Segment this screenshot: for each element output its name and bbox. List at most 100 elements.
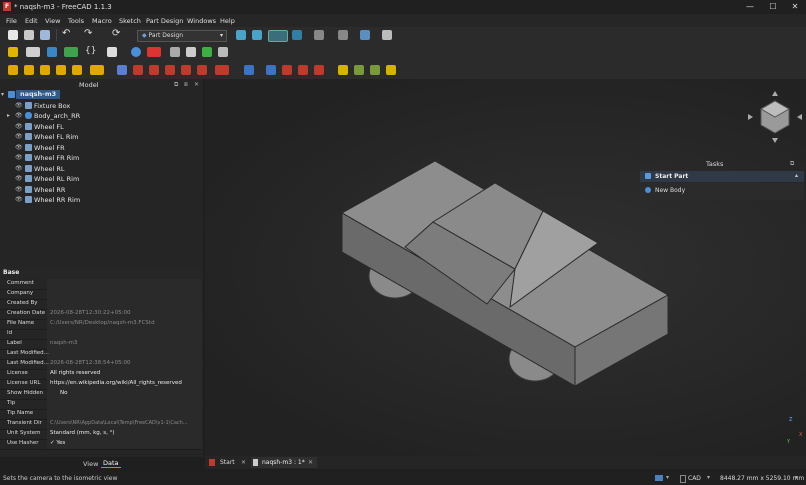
redo-icon[interactable]: ↷ bbox=[84, 28, 92, 39]
close-icon[interactable]: ✕ bbox=[308, 459, 313, 466]
validate-sketch-icon[interactable] bbox=[170, 47, 180, 57]
panel-restore-icon[interactable]: ⧈ bbox=[184, 81, 188, 89]
expression-icon[interactable]: {} bbox=[85, 46, 96, 56]
undo-icon[interactable]: ↶ bbox=[62, 28, 70, 39]
tab-view[interactable]: View bbox=[83, 460, 98, 468]
property-value[interactable]: C:/Users/NR/Desktop/naqsh-m3.FCStd bbox=[50, 320, 155, 326]
menu-edit[interactable]: Edit bbox=[25, 17, 38, 25]
menu-windows[interactable]: Windows bbox=[187, 17, 216, 25]
property-value[interactable]: 2026-08-28T12:30:22+05:00 bbox=[50, 310, 130, 316]
navigation-style[interactable]: CAD bbox=[688, 475, 701, 482]
draft-icon[interactable] bbox=[314, 65, 324, 75]
tasks-float-icon[interactable]: ⧉ bbox=[790, 160, 794, 168]
eye-icon[interactable]: 👁 bbox=[15, 175, 23, 182]
subtractive-loft-icon[interactable] bbox=[165, 65, 175, 75]
property-value[interactable]: ✓ Yes bbox=[50, 440, 65, 446]
menu-help[interactable]: Help bbox=[220, 17, 235, 25]
body-icon[interactable] bbox=[131, 47, 141, 57]
property-value[interactable]: All rights reserved bbox=[50, 370, 100, 376]
fit-all-icon[interactable] bbox=[236, 30, 246, 40]
fillet-icon[interactable] bbox=[282, 65, 292, 75]
eye-icon[interactable]: 👁 bbox=[15, 186, 23, 193]
save-document-icon[interactable] bbox=[40, 30, 50, 40]
chevron-up-icon[interactable]: ▴ bbox=[795, 172, 798, 179]
property-value[interactable]: No bbox=[60, 390, 67, 396]
new-document-icon[interactable] bbox=[8, 30, 18, 40]
chevron-down-icon[interactable]: ▾ bbox=[707, 474, 710, 481]
pad-icon[interactable] bbox=[8, 65, 18, 75]
tasks-section-start-part[interactable]: Start Part ▴ bbox=[640, 171, 804, 182]
multi-transform-icon[interactable] bbox=[370, 65, 380, 75]
helix-icon[interactable] bbox=[72, 65, 82, 75]
tab-data[interactable]: Data bbox=[101, 459, 121, 468]
property-row[interactable]: Use Hasher ✓ Yes bbox=[0, 439, 203, 450]
shape-binder-icon[interactable] bbox=[218, 47, 228, 57]
property-value[interactable]: https://en.wikipedia.org/wiki/All_rights… bbox=[50, 380, 182, 386]
fit-selection-icon[interactable] bbox=[252, 30, 262, 40]
measure-icon[interactable] bbox=[360, 30, 370, 40]
datum-point-icon[interactable] bbox=[186, 47, 196, 57]
linear-pattern-icon[interactable] bbox=[338, 65, 348, 75]
close-icon[interactable]: ✕ bbox=[241, 459, 246, 466]
car-model-render[interactable] bbox=[205, 79, 806, 456]
chevron-down-icon[interactable]: ▾ bbox=[795, 474, 798, 481]
tab-start[interactable]: Start ✕ bbox=[207, 457, 249, 468]
3d-viewport[interactable]: Z X Y bbox=[205, 79, 806, 456]
navigation-cube[interactable] bbox=[745, 87, 805, 147]
eye-icon[interactable]: 👁 bbox=[15, 123, 23, 130]
menu-macro[interactable]: Macro bbox=[92, 17, 112, 25]
additive-primitive-icon[interactable] bbox=[90, 65, 104, 75]
menu-file[interactable]: File bbox=[6, 17, 17, 25]
menu-part-design[interactable]: Part Design bbox=[146, 17, 183, 25]
property-value[interactable]: C:\Users\NR\AppData\Local\Temp\FreeCAD\v… bbox=[50, 420, 188, 426]
chevron-down-icon[interactable]: ▾ bbox=[666, 474, 669, 481]
open-document-icon[interactable] bbox=[24, 30, 34, 40]
subtractive-helix-icon[interactable] bbox=[197, 65, 207, 75]
eye-icon[interactable]: 👁 bbox=[15, 133, 23, 140]
std-views-icon[interactable] bbox=[314, 30, 324, 40]
menu-tools[interactable]: Tools bbox=[68, 17, 84, 25]
link-icon[interactable] bbox=[47, 47, 57, 57]
create-variable-set-icon[interactable] bbox=[64, 47, 78, 57]
panel-float-icon[interactable]: ⧉ bbox=[174, 81, 178, 89]
eye-icon[interactable]: 👁 bbox=[15, 112, 23, 119]
notifications-icon[interactable] bbox=[655, 475, 663, 481]
property-group-header[interactable]: Base bbox=[0, 267, 203, 278]
new-body-link[interactable]: New Body bbox=[655, 187, 685, 194]
eye-icon[interactable]: 👁 bbox=[15, 102, 23, 109]
tab-naqsh-m3[interactable]: naqsh-m3 : 1* ✕ bbox=[251, 457, 317, 468]
datum-line-icon[interactable] bbox=[202, 47, 212, 57]
tree-root-label[interactable]: naqsh-m3 bbox=[16, 90, 61, 99]
eye-icon[interactable]: 👁 bbox=[15, 144, 23, 151]
menu-view[interactable]: View bbox=[45, 17, 60, 25]
subtractive-primitive-icon[interactable] bbox=[215, 65, 229, 75]
property-value[interactable]: 2026-08-28T12:38:54+05:00 bbox=[50, 360, 130, 366]
std-view-menu-icon[interactable] bbox=[338, 30, 348, 40]
property-value[interactable]: naqsh-m3 bbox=[50, 340, 78, 346]
sketch-icon[interactable] bbox=[147, 47, 161, 57]
property-value[interactable]: Standard (mm, kg, s, °) bbox=[50, 430, 115, 436]
select-filter-icon[interactable] bbox=[107, 47, 117, 57]
pocket-icon[interactable] bbox=[117, 65, 127, 75]
create-part-icon[interactable] bbox=[8, 47, 18, 57]
bounding-box-icon[interactable] bbox=[292, 30, 302, 40]
minimize-button[interactable]: — bbox=[739, 1, 761, 13]
chevron-right-icon[interactable]: ▸ bbox=[7, 112, 10, 119]
whats-this-icon[interactable] bbox=[382, 30, 392, 40]
mirrored-icon[interactable] bbox=[266, 65, 276, 75]
eye-icon[interactable]: 👁 bbox=[15, 165, 23, 172]
draw-style-icon[interactable] bbox=[268, 30, 288, 42]
groove-icon[interactable] bbox=[149, 65, 159, 75]
loft-icon[interactable] bbox=[40, 65, 50, 75]
workbench-selector[interactable]: ◆ Part Design ▾ bbox=[137, 30, 227, 42]
chevron-down-icon[interactable]: ▾ bbox=[1, 91, 4, 98]
boolean-icon[interactable] bbox=[244, 65, 254, 75]
refresh-icon[interactable]: ⟳ bbox=[112, 28, 120, 39]
eye-icon[interactable]: 👁 bbox=[15, 196, 23, 203]
panel-close-icon[interactable]: ✕ bbox=[194, 81, 199, 88]
create-group-icon[interactable] bbox=[26, 47, 40, 57]
eye-icon[interactable]: 👁 bbox=[15, 154, 23, 161]
close-window-button[interactable]: ✕ bbox=[784, 1, 806, 13]
scaled-icon[interactable] bbox=[386, 65, 396, 75]
subtractive-pipe-icon[interactable] bbox=[181, 65, 191, 75]
